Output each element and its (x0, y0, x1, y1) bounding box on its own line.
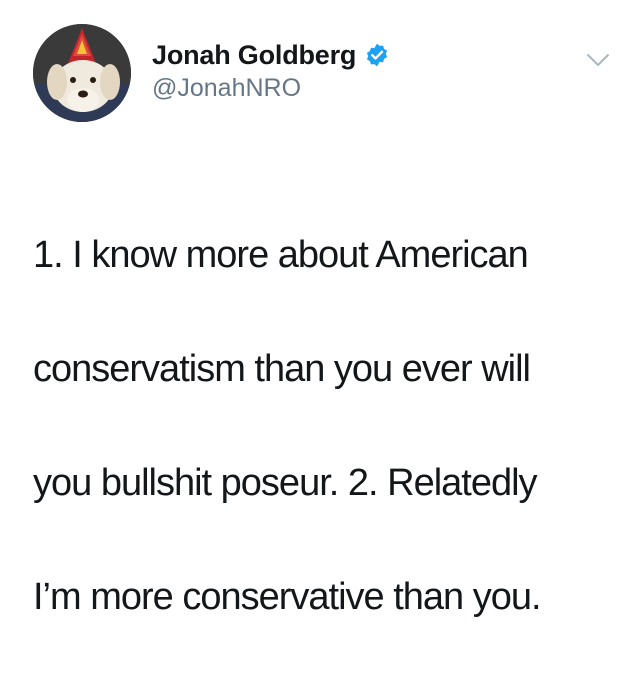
dog-avatar-image (33, 24, 131, 122)
tweet-header: Jonah Goldberg @JonahNRO (152, 38, 390, 103)
author-handle[interactable]: @JonahNRO (152, 74, 390, 103)
tweet-text-line: you bullshit poseur. 2. Relatedly (33, 462, 538, 504)
name-row: Jonah Goldberg (152, 38, 390, 72)
tweet-text-line: conservatism than you ever will (33, 348, 531, 390)
verified-badge-icon (364, 42, 390, 68)
tweet-text-line: I’m more conservative than you. (33, 576, 542, 618)
tweet-card: Jonah Goldberg @JonahNRO 1. I know more … (0, 0, 640, 618)
tweet-text-line: 1. I know more about American (33, 234, 529, 276)
author-display-name[interactable]: Jonah Goldberg (152, 40, 356, 71)
chevron-down-icon[interactable] (584, 46, 612, 74)
tweet-text: 1. I know more about American conservati… (33, 170, 629, 683)
avatar[interactable] (33, 24, 131, 122)
